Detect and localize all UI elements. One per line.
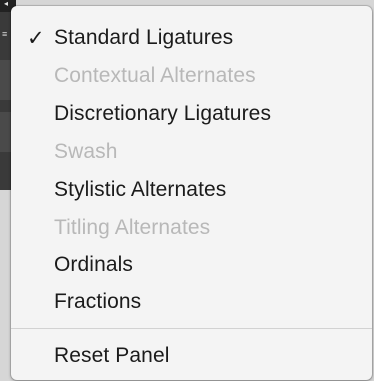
menu-item-reset-panel[interactable]: Reset Panel — [11, 337, 372, 375]
menu-item-contextual-alternates: Contextual Alternates — [11, 57, 372, 95]
menu-item-discretionary-ligatures[interactable]: Discretionary Ligatures — [11, 95, 372, 133]
menu-item-fractions[interactable]: Fractions — [11, 283, 372, 321]
menu-item-stylistic-alternates[interactable]: Stylistic Alternates — [11, 171, 372, 209]
arrow-icon: ◂ — [4, 0, 9, 8]
menu-item-standard-ligatures[interactable]: ✓ Standard Ligatures — [11, 19, 372, 57]
menu-item-label: Reset Panel — [54, 344, 170, 367]
menu-item-label: Fractions — [54, 290, 142, 313]
menu-item-label: Stylistic Alternates — [54, 178, 227, 201]
menu-item-swash: Swash — [11, 133, 372, 171]
menu-item-label: Ordinals — [54, 253, 133, 276]
menu-item-label: Contextual Alternates — [54, 64, 256, 87]
hamburger-icon[interactable]: ≡ — [2, 30, 7, 39]
checkmark-icon: ✓ — [27, 26, 45, 50]
opentype-features-menu: ✓ Standard Ligatures Contextual Alternat… — [11, 6, 372, 380]
menu-item-label: Standard Ligatures — [54, 26, 234, 49]
menu-item-label: Discretionary Ligatures — [54, 102, 272, 125]
menu-item-label: Titling Alternates — [54, 216, 211, 239]
menu-item-titling-alternates: Titling Alternates — [11, 209, 372, 247]
menu-item-label: Swash — [54, 140, 118, 163]
menu-item-ordinals[interactable]: Ordinals — [11, 246, 372, 284]
menu-separator — [11, 328, 372, 329]
